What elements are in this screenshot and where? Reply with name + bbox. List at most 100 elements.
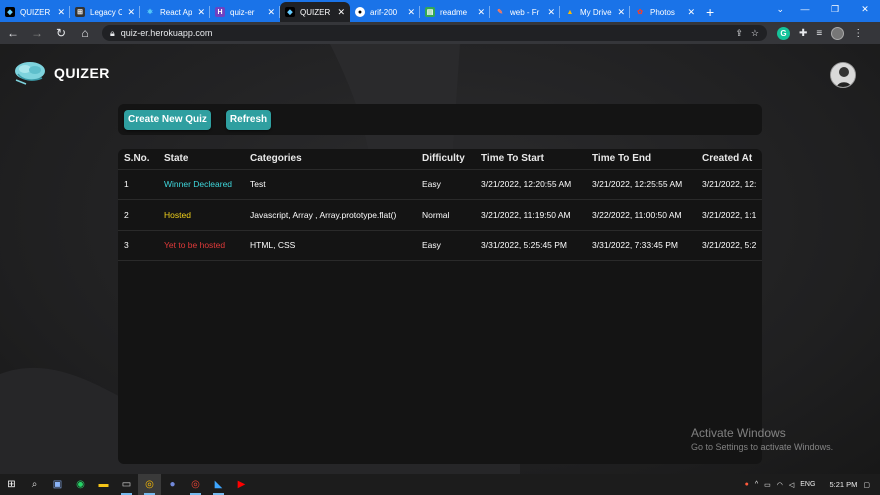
share-icon[interactable]: ⇪ [735,28,743,39]
tab-close-icon[interactable]: ✕ [197,7,205,18]
tab-title: QUIZER [20,7,51,17]
file-explorer-icon[interactable]: ▬ [92,474,115,495]
table-header-row: S.No. State Categories Difficulty Time T… [118,149,762,170]
tab-title: arif-200 [370,7,398,17]
cell-time-to-start: 3/21/2022, 11:19:50 AM [475,199,586,231]
browser-tab[interactable]: ● arif-200 ✕ [350,2,420,22]
cell-created-at: 3/21/2022, 1:1 [696,199,762,231]
language-indicator[interactable]: ENG [800,481,815,488]
extensions-icon[interactable]: ✚ [799,28,807,39]
cell-sno: 3 [118,230,158,261]
media-queue-icon[interactable]: ≡ [816,28,822,39]
system-tray: ● ^ ▭ ◠ ◁ ENG 5:21 PM ▢ [745,480,880,489]
search-icon[interactable]: ⌕ [23,474,46,495]
cell-categories: Test [244,169,416,200]
quizer-favicon-icon: ◆ [285,7,295,17]
browser-tab[interactable]: ▤ readme ✕ [420,2,490,22]
discord-icon[interactable]: ● [161,474,184,495]
tab-close-icon[interactable]: ✕ [57,7,65,18]
brain-logo-icon [15,62,45,85]
column-header-sno: S.No. [118,149,158,170]
cell-time-to-end: 3/22/2022, 11:00:50 AM [586,199,696,231]
chevron-up-icon[interactable]: ^ [755,481,758,488]
watermark-title: Activate Windows [691,426,786,440]
column-header-difficulty: Difficulty [416,149,475,170]
reload-icon[interactable]: ↻ [54,26,68,40]
tab-search-icon[interactable]: ⌄ [776,0,784,18]
tab-close-icon[interactable]: ✕ [617,7,625,18]
back-icon[interactable]: ← [6,26,20,40]
app-icon[interactable]: ▣ [46,474,69,495]
browser-tab[interactable]: ✎ web - Fr ✕ [490,2,560,22]
profile-avatar-icon[interactable] [831,26,845,40]
cell-time-to-start: 3/31/2022, 5:25:45 PM [475,230,586,261]
cell-sno: 1 [118,169,158,200]
tab-title: Legacy Code [90,7,123,17]
legacy-favicon-icon: ⊞ [75,7,85,17]
close-window-icon[interactable]: ✕ [850,0,880,20]
cell-difficulty: Easy [416,230,475,261]
vscode-icon[interactable]: ◣ [207,474,230,495]
home-icon[interactable]: ⌂ [78,26,92,40]
browser-tab[interactable]: ✿ Photos ✕ [630,2,700,22]
column-header-categories: Categories [244,149,416,170]
cell-time-to-end: 3/31/2022, 7:33:45 PM [586,230,696,261]
tab-title: Photos [650,7,675,17]
grammarly-icon[interactable]: G [777,26,790,40]
app-logo[interactable]: QUIZER [12,60,110,86]
table-row[interactable]: 2 Hosted Javascript, Array , Array.proto… [118,199,762,231]
bookmark-star-icon[interactable]: ☆ [751,28,759,39]
activate-windows-watermark: Activate Windows Go to Settings to activ… [691,426,833,452]
action-center-icon[interactable]: ▢ [863,481,870,489]
tab-title: React App [160,7,193,17]
chrome-profile-icon[interactable]: ◎ [184,474,207,495]
cell-created-at: 3/21/2022, 12: [696,169,762,200]
table-row[interactable]: 1 Winner Decleared Test Easy 3/21/2022, … [118,169,762,200]
cell-state: Winner Decleared [158,169,244,200]
forward-icon[interactable]: → [30,26,44,40]
column-header-state: State [158,149,244,170]
tab-close-icon[interactable]: ✕ [407,7,415,18]
battery-icon[interactable]: ▭ [764,481,771,489]
url-text[interactable]: quiz-er.herokuapp.com [121,28,213,38]
tab-close-icon[interactable]: ✕ [127,7,135,18]
refresh-button[interactable]: Refresh [225,109,272,130]
restore-icon[interactable]: ❐ [820,0,850,20]
tab-title: web - Fr [510,7,540,17]
menu-kebab-icon[interactable]: ⋮ [853,28,863,39]
tab-title: quiz-er [230,7,255,17]
create-new-quiz-button[interactable]: Create New Quiz [124,109,211,130]
table-row[interactable]: 3 Yet to be hosted HTML, CSS Easy 3/31/2… [118,230,762,261]
clock[interactable]: 5:21 PM [829,480,857,489]
tab-close-icon[interactable]: ✕ [267,7,275,18]
user-avatar[interactable] [830,62,856,88]
tab-close-icon[interactable]: ✕ [547,7,555,18]
notification-icon[interactable]: ● [745,481,749,488]
browser-tabstrip: ◆ QUIZER ✕ ⊞ Legacy Code ✕ ⚛ React App ✕… [0,0,880,22]
minimize-icon[interactable]: — [790,0,820,20]
browser-tab[interactable]: H quiz-er ✕ [210,2,280,22]
browser-tab[interactable]: ⚛ React App ✕ [140,2,210,22]
volume-icon[interactable]: ◁ [789,481,794,489]
browser-tab-active[interactable]: ◆ QUIZER ✕ [280,2,350,22]
youtube-icon[interactable]: ▶ [230,474,253,495]
whatsapp-icon[interactable]: ◉ [69,474,92,495]
lock-icon[interactable]: 🔒︎ [110,28,115,39]
tab-close-icon[interactable]: ✕ [337,7,345,18]
wifi-icon[interactable]: ◠ [777,481,783,489]
address-bar[interactable]: 🔒︎ quiz-er.herokuapp.com ⇪ ☆ [102,25,767,41]
cell-difficulty: Normal [416,199,475,231]
new-tab-button[interactable]: + [706,2,714,22]
browser-tab[interactable]: ◆ QUIZER ✕ [0,2,70,22]
start-icon[interactable]: ⊞ [0,474,23,495]
quiz-controls-panel: Create New Quiz Refresh [118,104,762,135]
cell-created-at: 3/21/2022, 5:2 [696,230,762,261]
tab-close-icon[interactable]: ✕ [687,7,695,18]
docs-favicon-icon: ▤ [425,7,435,17]
browser-tab[interactable]: ⊞ Legacy Code ✕ [70,2,140,22]
cell-difficulty: Easy [416,169,475,200]
tab-close-icon[interactable]: ✕ [477,7,485,18]
chrome-icon[interactable]: ◎ [138,474,161,495]
terminal-icon[interactable]: ▭ [115,474,138,495]
browser-tab[interactable]: ▲ My Drive ✕ [560,2,630,22]
